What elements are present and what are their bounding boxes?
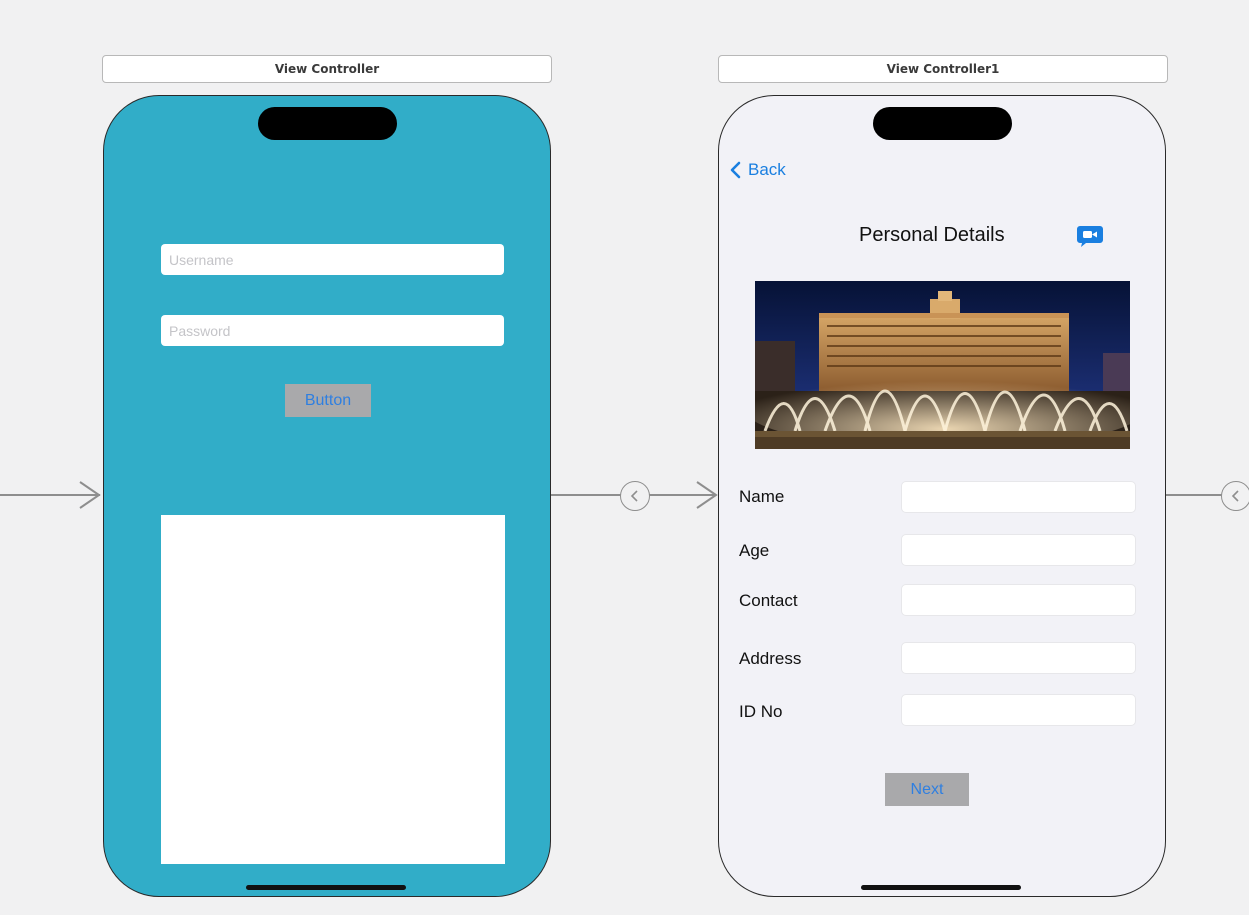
age-field[interactable] [901,534,1136,566]
segue-icon[interactable] [620,481,650,511]
storyboard-canvas: View Controller Button View Controller1 … [0,0,1249,915]
home-indicator [861,885,1021,890]
next-button[interactable]: Next [885,773,969,806]
submit-button[interactable]: Button [285,384,371,417]
dynamic-island [873,107,1012,140]
home-indicator [246,885,406,890]
content-view[interactable] [161,515,505,864]
back-button[interactable]: Back [729,160,786,180]
address-label: Address [739,649,802,668]
page-title: Personal Details [859,224,1005,246]
view-controller1-scene[interactable]: Back Personal Details Name Age Contact A… [718,95,1166,897]
username-field[interactable] [161,244,504,275]
hotel-fountain-image [755,281,1130,449]
name-label: Name [739,487,785,506]
entry-arrowhead [79,481,101,509]
age-label: Age [739,541,770,560]
password-field[interactable] [161,315,504,346]
name-field[interactable] [901,481,1136,513]
outgoing-segue-line [1166,494,1226,496]
dynamic-island [258,107,397,140]
id-no-label: ID No [739,702,783,721]
outgoing-segue-icon[interactable] [1221,481,1249,511]
back-label: Back [748,160,786,179]
segue-arrowhead [696,481,718,509]
chevron-left-icon [730,161,741,179]
contact-label: Contact [739,591,798,610]
scene-title-view-controller1[interactable]: View Controller1 [718,55,1168,83]
id-no-field[interactable] [901,694,1136,726]
scene-title-view-controller[interactable]: View Controller [102,55,552,83]
contact-field[interactable] [901,584,1136,616]
video-camera-bubble-icon[interactable] [1076,224,1104,248]
address-field[interactable] [901,642,1136,674]
view-controller-scene[interactable]: Button [103,95,551,897]
